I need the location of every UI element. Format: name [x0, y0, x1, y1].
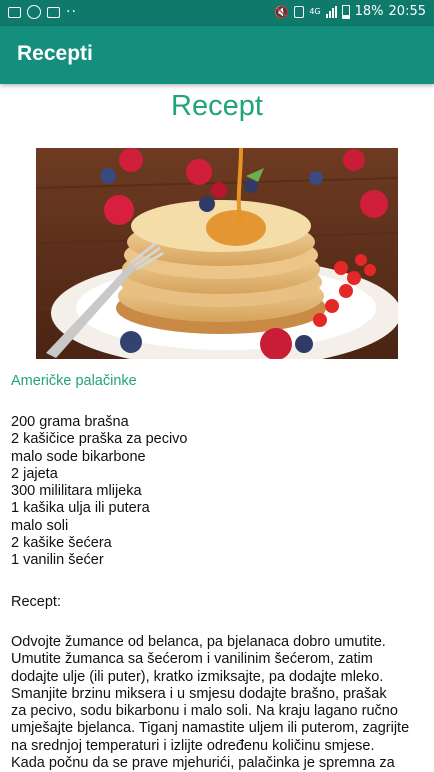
mute-icon: 🔇 — [274, 4, 290, 19]
app-title: Recepti — [17, 42, 93, 65]
more-dots-icon: ·· — [66, 4, 77, 20]
ingredient-item: 2 kašike šećera — [11, 535, 112, 552]
status-bar: ·· 🔇 4G 18% 20:55 — [0, 0, 434, 26]
sim-icon — [294, 5, 305, 18]
instruction-line: Kada počnu da se prave mjehurići, palači… — [11, 755, 395, 772]
instruction-line: Umutite žumanca sa šećerom i vanilinim š… — [11, 651, 373, 668]
ingredient-item: 2 jajeta — [11, 465, 58, 482]
gallery-icon — [47, 6, 60, 18]
ingredients-list: 200 grama brašna 2 kašičice praška za pe… — [11, 414, 188, 570]
battery-percent: 18% — [354, 4, 384, 19]
recept-label: Recept: — [11, 594, 61, 610]
ingredient-item: 1 kašika ulja ili putera — [11, 500, 150, 517]
page-heading: Recept — [171, 90, 263, 122]
image-icon — [8, 6, 21, 18]
ingredient-item: 2 kašičice praška za pecivo — [11, 431, 188, 448]
instruction-line: dodajte ulje (ili puter), kratko izmiksa… — [11, 668, 384, 685]
app-bar: Recepti — [0, 26, 434, 84]
instruction-line: na srednjoj temperaturi i izlijte određe… — [11, 737, 375, 754]
clock: 20:55 — [388, 4, 426, 19]
ingredient-item: 200 grama brašna — [11, 414, 129, 430]
network-type: 4G — [309, 7, 321, 16]
signal-icon — [325, 5, 337, 18]
ingredient-item: 1 vanilin šećer — [11, 552, 104, 569]
battery-icon — [341, 4, 350, 19]
instruction-line: Smanjite brzinu miksera i u smjesu dodaj… — [11, 685, 387, 702]
instruction-line: za pecivo, sodu bikarbonu i malo soli. N… — [11, 703, 398, 720]
ingredient-item: malo soli — [11, 517, 69, 534]
ingredient-item: 300 mililitara mlijeka — [11, 483, 142, 500]
recipe-name: Američke palačinke — [11, 373, 137, 389]
instructions-text: Odvojte žumance od belanca, pa bjelanaca… — [11, 634, 427, 772]
instruction-line: umješajte bjelanca. Tiganj namastite ulj… — [11, 720, 410, 737]
instruction-line: Odvojte žumance od belanca, pa bjelanaca… — [11, 634, 386, 650]
ingredient-item: malo sode bikarbone — [11, 448, 146, 465]
whatsapp-icon — [27, 5, 41, 19]
pancakes-photo — [36, 148, 398, 359]
